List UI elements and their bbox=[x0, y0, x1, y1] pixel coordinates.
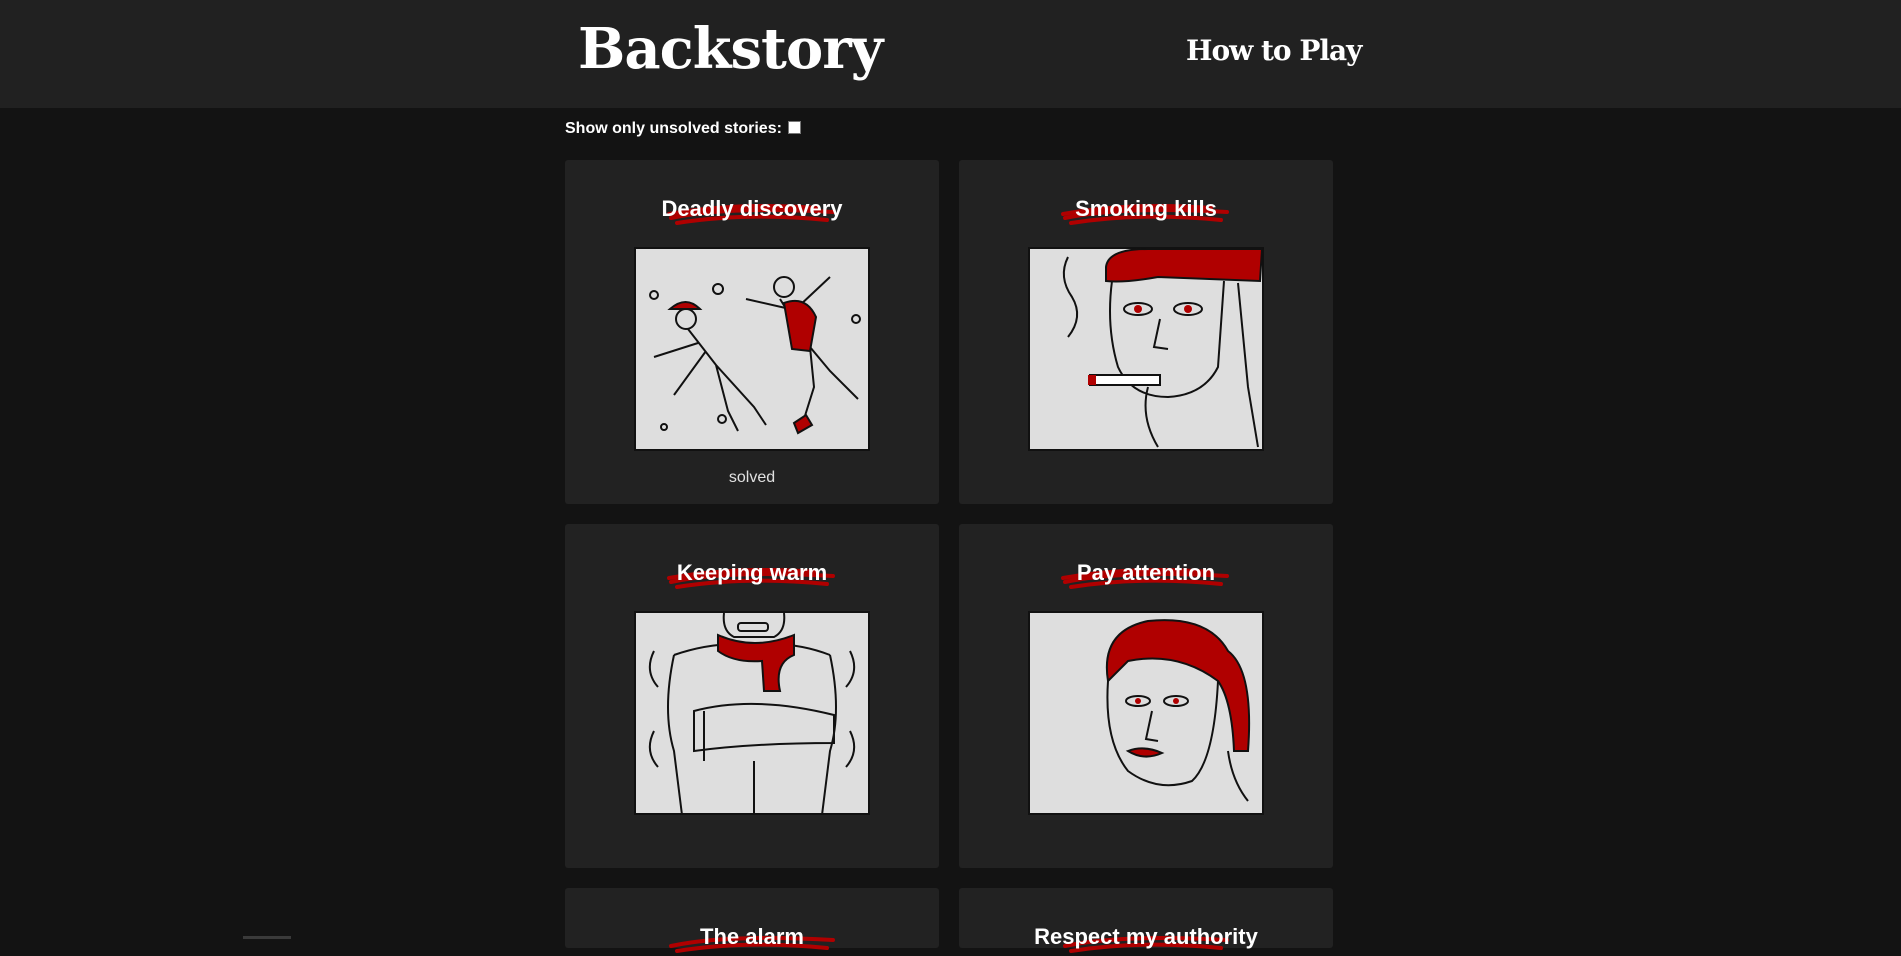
site-logo[interactable]: Backstory bbox=[578, 16, 883, 82]
unsolved-filter: Show only unsolved stories: bbox=[565, 120, 801, 138]
story-title: Smoking kills bbox=[1075, 196, 1217, 221]
unsolved-filter-label: Show only unsolved stories: bbox=[565, 120, 782, 137]
how-to-play-link[interactable]: How to Play bbox=[1186, 34, 1362, 67]
story-title: Respect my authority bbox=[1034, 924, 1258, 949]
unsolved-filter-checkbox[interactable] bbox=[787, 120, 801, 134]
story-card-deadly-discovery[interactable]: Deadly discovery solved bbox=[565, 160, 939, 504]
story-status: solved bbox=[728, 469, 776, 486]
site-header: Backstory How to Play bbox=[0, 0, 1901, 108]
man-smoking-cap-illustration bbox=[1028, 247, 1264, 451]
story-title: Pay attention bbox=[1076, 560, 1216, 585]
story-card-pay-attention[interactable]: Pay attention bbox=[959, 524, 1333, 868]
two-falling-figures-illustration bbox=[634, 247, 870, 451]
story-title: Keeping warm bbox=[676, 560, 828, 585]
story-card-respect-my-authority[interactable]: Respect my authority bbox=[959, 888, 1333, 953]
story-title: Deadly discovery bbox=[661, 196, 843, 221]
story-card-keeping-warm[interactable]: Keeping warm bbox=[565, 524, 939, 868]
story-title: The alarm bbox=[700, 924, 804, 949]
woman-red-hair-illustration bbox=[1028, 611, 1264, 815]
story-card-smoking-kills[interactable]: Smoking kills bbox=[959, 160, 1333, 504]
man-with-scarf-illustration bbox=[634, 611, 870, 815]
story-card-the-alarm[interactable]: The alarm bbox=[565, 888, 939, 953]
